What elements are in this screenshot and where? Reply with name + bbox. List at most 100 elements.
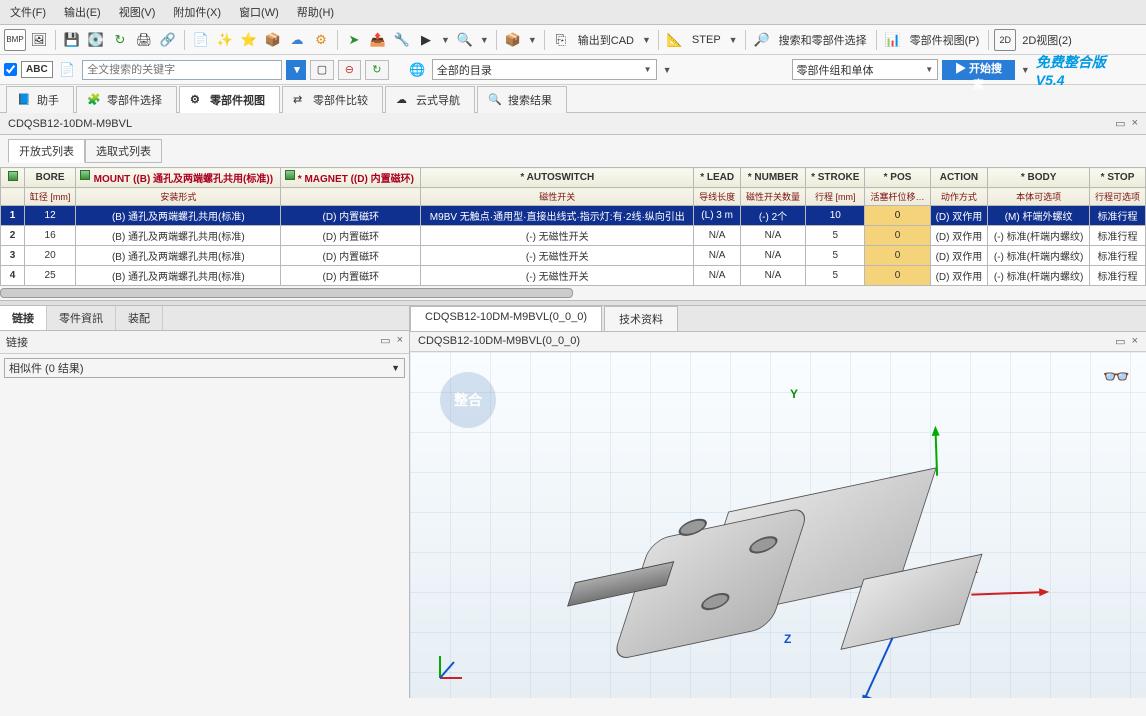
dropdown-icon[interactable]: ▼: [526, 35, 539, 45]
link-icon[interactable]: 🔗: [157, 29, 179, 51]
lp-tab-link[interactable]: 链接: [0, 306, 47, 330]
close-icon[interactable]: ×: [1132, 117, 1138, 130]
col-header[interactable]: * NUMBER: [740, 168, 805, 188]
menu-file[interactable]: 文件(F): [4, 2, 52, 22]
cell: 12: [25, 206, 76, 226]
restore-icon[interactable]: ▭: [1115, 335, 1125, 348]
part-group-combo[interactable]: 零部件组和单体 ▼: [792, 59, 939, 80]
package-icon[interactable]: 📦: [502, 29, 524, 51]
col-header[interactable]: * POS: [865, 168, 930, 188]
dropdown-icon[interactable]: ▼: [439, 35, 452, 45]
table-row[interactable]: 320(B) 通孔及两端螺孔共用(标准)(D) 内置磁环(-) 无磁性开关N/A…: [1, 246, 1146, 266]
tab-helper[interactable]: 📘助手: [6, 86, 74, 113]
restore-icon[interactable]: ▭: [1115, 117, 1125, 130]
cloud-icon[interactable]: ☁: [286, 29, 308, 51]
subtab-open-list[interactable]: 开放式列表: [8, 139, 85, 163]
tab-compare[interactable]: ⇄零部件比较: [282, 86, 383, 113]
menu-window[interactable]: 窗口(W): [233, 2, 285, 22]
3d-model[interactable]: [545, 415, 975, 698]
refresh-search-icon[interactable]: ↻: [365, 60, 388, 80]
table-row[interactable]: 425(B) 通孔及两端螺孔共用(标准)(D) 内置磁环(-) 无磁性开关N/A…: [1, 266, 1146, 286]
enable-search-checkbox[interactable]: [4, 63, 17, 76]
step-format-icon[interactable]: 📐: [664, 29, 686, 51]
horizontal-scrollbar[interactable]: [0, 288, 573, 298]
3d-viewport[interactable]: 整合 👓 Y X Z: [410, 352, 1146, 698]
cell: (B) 通孔及两端螺孔共用(标准): [76, 226, 281, 246]
wrench-icon[interactable]: 🔧: [391, 29, 413, 51]
lp-tab-info[interactable]: 零件資訊: [47, 306, 116, 330]
dropdown-icon[interactable]: ▼: [640, 35, 653, 45]
col-header[interactable]: * BODY: [988, 168, 1090, 188]
filter-icon[interactable]: [1, 168, 25, 188]
rp-tab-model[interactable]: CDQSB12-10DM-M9BVL(0_0_0): [410, 306, 602, 331]
refresh-icon[interactable]: ↻: [109, 29, 131, 51]
bmp-icon[interactable]: BMP: [4, 29, 26, 51]
cell: (B) 通孔及两端螺孔共用(标准): [76, 246, 281, 266]
globe-icon[interactable]: 🌐: [406, 59, 428, 81]
tab-partview[interactable]: ⚙零部件视图: [179, 86, 280, 113]
col-header[interactable]: ACTION: [930, 168, 988, 188]
search-input[interactable]: [82, 60, 282, 80]
table-row[interactable]: 112(B) 通孔及两端螺孔共用(标准)(D) 内置磁环M9BV 无触点·通用型…: [1, 206, 1146, 226]
clear-search-icon[interactable]: ▢: [310, 60, 333, 80]
doc-icon[interactable]: 📄: [190, 29, 212, 51]
restore-icon[interactable]: ▭: [380, 334, 390, 350]
arrow-right-icon[interactable]: ➤: [343, 29, 365, 51]
gear-icon[interactable]: ⚙: [310, 29, 332, 51]
view-2d-icon[interactable]: 2D: [994, 29, 1016, 51]
col-header[interactable]: BORE: [25, 168, 76, 188]
close-icon[interactable]: ×: [397, 334, 403, 350]
step-label[interactable]: STEP: [688, 34, 725, 46]
subtab-select-list[interactable]: 选取式列表: [85, 139, 162, 163]
doc-search-icon[interactable]: 📄: [57, 59, 79, 81]
tab-cloud[interactable]: ☁云式导航: [385, 86, 475, 113]
menu-help[interactable]: 帮助(H): [291, 2, 340, 22]
print-icon[interactable]: 🖨: [133, 29, 155, 51]
tab-select[interactable]: 🧩零部件选择: [76, 86, 177, 113]
remove-search-icon[interactable]: ⊖: [338, 60, 361, 80]
similar-parts-combo[interactable]: 相似件 (0 结果) ▼: [4, 358, 405, 378]
cell: 10: [806, 206, 865, 226]
dropdown-icon[interactable]: ▼: [478, 35, 491, 45]
image-export-icon[interactable]: 🖼: [28, 29, 50, 51]
col-header[interactable]: MOUNT ((B) 通孔及两端螺孔共用(标准)): [76, 168, 281, 188]
col-header[interactable]: * STROKE: [806, 168, 865, 188]
export-cad-label[interactable]: 输出到CAD: [574, 32, 638, 48]
col-header[interactable]: * MAGNET ((D) 内置磁环): [281, 168, 421, 188]
menu-view[interactable]: 视图(V): [113, 2, 162, 22]
disk-icon[interactable]: 💽: [85, 29, 107, 51]
save-green-icon[interactable]: 💾: [61, 29, 83, 51]
cell: 25: [25, 266, 76, 286]
out-icon[interactable]: 📤: [367, 29, 389, 51]
3d-glasses-icon[interactable]: 👓: [1103, 364, 1130, 390]
menu-addons[interactable]: 附加件(X): [167, 2, 227, 22]
part-view-label[interactable]: 零部件视图(P): [906, 32, 984, 48]
tab-results[interactable]: 🔍搜索结果: [477, 86, 567, 113]
col-header[interactable]: * STOP: [1090, 168, 1146, 188]
view-2d-label[interactable]: 2D视图(2): [1018, 32, 1076, 48]
sparkle-icon[interactable]: ✨: [214, 29, 236, 51]
start-search-button[interactable]: ▶ 开始搜索: [942, 60, 1015, 80]
part-view-icon[interactable]: 📊: [882, 29, 904, 51]
close-icon[interactable]: ×: [1132, 335, 1138, 348]
rp-tab-techdata[interactable]: 技术资料: [604, 306, 678, 331]
box-icon[interactable]: 📦: [262, 29, 284, 51]
zoom-icon[interactable]: 🔍: [454, 29, 476, 51]
search-dropdown-button[interactable]: ▾: [286, 60, 306, 80]
abc-button[interactable]: ABC: [21, 61, 53, 78]
search-parts-icon[interactable]: 🔎: [751, 29, 773, 51]
catalog-combo[interactable]: 全部的目录 ▼: [432, 59, 657, 80]
lp-tab-assembly[interactable]: 装配: [116, 306, 163, 330]
col-header[interactable]: * AUTOSWITCH: [421, 168, 694, 188]
table-row[interactable]: 216(B) 通孔及两端螺孔共用(标准)(D) 内置磁环(-) 无磁性开关N/A…: [1, 226, 1146, 246]
dropdown-icon[interactable]: ▼: [1019, 65, 1032, 75]
favorite-icon[interactable]: ⭐: [238, 29, 260, 51]
export-cad-icon[interactable]: ⎘: [550, 29, 572, 51]
search-parts-label[interactable]: 搜索和零部件选择: [775, 32, 871, 48]
dropdown-icon[interactable]: ▼: [727, 35, 740, 45]
menu-export[interactable]: 输出(E): [58, 2, 107, 22]
list-subtabs: 开放式列表 选取式列表: [0, 135, 1146, 167]
dropdown-icon[interactable]: ▼: [661, 65, 674, 75]
col-header[interactable]: * LEAD: [694, 168, 741, 188]
flag-icon[interactable]: ▶: [415, 29, 437, 51]
